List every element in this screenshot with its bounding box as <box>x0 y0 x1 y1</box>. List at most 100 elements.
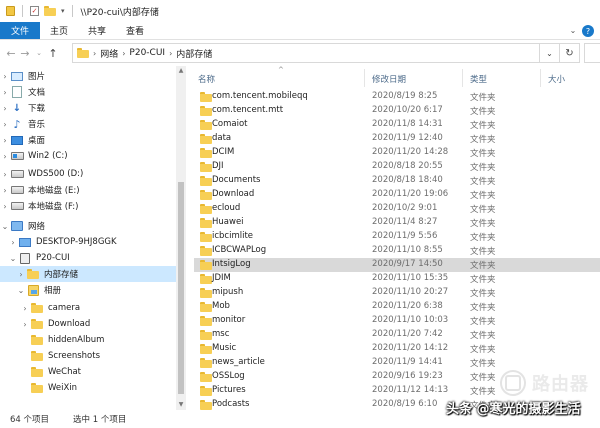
navigation-pane: › 图片 › 文档 › ↓ 下载 › ♪ 音乐 › 桌面 › Win2 (C:)… <box>0 66 186 410</box>
table-row[interactable]: msc 2020/11/20 7:42 文件夹 <box>194 328 600 342</box>
table-row[interactable]: Mob 2020/11/20 6:38 文件夹 <box>194 300 600 314</box>
nav-item-documents[interactable]: › 文档 <box>0 84 176 100</box>
nav-item-desktop-pc[interactable]: › DESKTOP-9HJ8GGK <box>0 234 176 250</box>
chevron-right-icon[interactable]: › <box>0 186 10 195</box>
chevron-right-icon[interactable]: › <box>0 120 10 129</box>
folder-icon <box>200 400 212 410</box>
refresh-icon[interactable]: ↻ <box>559 44 579 62</box>
table-row[interactable]: icbcimlite 2020/11/9 5:56 文件夹 <box>194 230 600 244</box>
breadcrumb-internal-storage[interactable]: 内部存储 <box>176 47 212 60</box>
nav-item-pictures[interactable]: › 图片 <box>0 68 176 84</box>
column-header-type[interactable]: 类型 <box>470 73 487 85</box>
address-dropdown-icon[interactable]: ⌄ <box>539 44 559 62</box>
chevron-right-icon[interactable]: › <box>8 238 18 247</box>
folder-icon <box>200 232 212 242</box>
nav-item-wechat[interactable]: WeChat <box>0 364 176 380</box>
tab-share[interactable]: 共享 <box>78 22 116 39</box>
folder-icon <box>200 344 212 354</box>
nav-item-drive-d[interactable]: › WDS500 (D:) <box>0 166 176 182</box>
nav-item-drive-e[interactable]: › 本地磁盘 (E:) <box>0 182 176 198</box>
nav-item-desktop[interactable]: › 桌面 <box>0 132 176 148</box>
navigation-bar: ← → ⌄ ↑ › 网络 › P20-CUI › 内部存储 ⌄ ↻ <box>0 40 600 66</box>
nav-scrollbar[interactable]: ▲ ▼ <box>176 66 186 410</box>
table-row[interactable]: Comaiot 2020/11/8 14:31 文件夹 <box>194 118 600 132</box>
table-row[interactable]: data 2020/11/9 12:40 文件夹 <box>194 132 600 146</box>
nav-item-hidden-album[interactable]: hiddenAlbum <box>0 332 176 348</box>
table-row[interactable]: com.tencent.mtt 2020/10/20 6:17 文件夹 <box>194 104 600 118</box>
nav-item-music[interactable]: › ♪ 音乐 <box>0 116 176 132</box>
folder-icon <box>200 330 212 340</box>
column-divider[interactable] <box>540 69 541 87</box>
chevron-right-icon[interactable]: › <box>0 152 10 161</box>
help-icon[interactable]: ? <box>582 25 594 37</box>
nav-item-album[interactable]: ⌄ 相册 <box>0 282 176 298</box>
address-bar[interactable]: › 网络 › P20-CUI › 内部存储 ⌄ ↻ <box>72 43 580 63</box>
column-header-name[interactable]: 名称 <box>198 73 215 85</box>
chevron-down-icon[interactable]: ⌄ <box>8 254 18 263</box>
nav-item-camera[interactable]: › camera <box>0 300 176 316</box>
properties-icon[interactable]: ✓ <box>30 6 39 16</box>
table-row[interactable]: Huawei 2020/11/4 8:27 文件夹 <box>194 216 600 230</box>
chevron-right-icon[interactable]: › <box>20 304 30 313</box>
table-row[interactable]: news_article 2020/11/9 14:41 文件夹 <box>194 356 600 370</box>
table-row[interactable]: DCIM 2020/11/20 14:28 文件夹 <box>194 146 600 160</box>
scroll-up-icon[interactable]: ▲ <box>176 66 186 76</box>
forward-arrow-icon[interactable]: → <box>18 47 32 60</box>
table-row[interactable]: ICBCWAPLog 2020/11/10 8:55 文件夹 <box>194 244 600 258</box>
chevron-right-icon[interactable]: › <box>0 88 10 97</box>
chevron-right-icon[interactable]: › <box>16 270 26 279</box>
folder-icon <box>200 372 212 382</box>
folder-icon <box>31 303 43 313</box>
chevron-right-icon[interactable]: › <box>169 49 172 58</box>
column-header-size[interactable]: 大小 <box>548 73 565 85</box>
table-row[interactable]: mipush 2020/11/10 20:27 文件夹 <box>194 286 600 300</box>
up-arrow-icon[interactable]: ↑ <box>46 47 60 60</box>
chevron-right-icon[interactable]: › <box>122 49 125 58</box>
back-arrow-icon[interactable]: ← <box>4 47 18 60</box>
nav-item-drive-c[interactable]: › Win2 (C:) <box>0 148 176 164</box>
tab-view[interactable]: 查看 <box>116 22 154 39</box>
chevron-down-icon[interactable]: ⌄ <box>16 286 26 295</box>
chevron-down-icon[interactable]: ⌄ <box>0 222 10 231</box>
column-divider[interactable] <box>462 69 463 87</box>
scrollbar-thumb[interactable] <box>178 182 184 394</box>
table-row-selected[interactable]: IntsigLog 2020/9/17 14:50 文件夹 <box>194 258 600 272</box>
nav-item-screenshots[interactable]: Screenshots <box>0 348 176 364</box>
chevron-right-icon[interactable]: › <box>0 136 10 145</box>
nav-item-internal-storage[interactable]: › 内部存储 <box>0 266 176 282</box>
nav-item-download[interactable]: › Download <box>0 316 176 332</box>
chevron-right-icon[interactable]: › <box>0 170 10 179</box>
ribbon-expand-icon[interactable]: ⌄ <box>564 22 582 39</box>
table-row[interactable]: Music 2020/11/20 14:12 文件夹 <box>194 342 600 356</box>
folder-icon <box>200 358 212 368</box>
table-row[interactable]: monitor 2020/11/10 10:03 文件夹 <box>194 314 600 328</box>
chevron-right-icon[interactable]: › <box>0 104 10 113</box>
nav-item-weixin[interactable]: WeiXin <box>0 380 176 396</box>
nav-item-network[interactable]: ⌄ 网络 <box>0 218 176 234</box>
new-folder-icon[interactable] <box>44 6 56 16</box>
recent-locations-icon[interactable]: ⌄ <box>32 49 46 57</box>
nav-item-downloads[interactable]: › ↓ 下载 <box>0 100 176 116</box>
search-input[interactable] <box>584 43 600 63</box>
nav-item-p20-cui[interactable]: ⌄ P20-CUI <box>0 250 176 266</box>
chevron-right-icon[interactable]: › <box>93 49 96 58</box>
scroll-down-icon[interactable]: ▼ <box>176 400 186 410</box>
folder-icon <box>31 335 43 345</box>
chevron-down-icon[interactable]: ▾ <box>61 7 65 15</box>
table-row[interactable]: ecloud 2020/10/2 9:01 文件夹 <box>194 202 600 216</box>
table-row[interactable]: com.tencent.mobileqq 2020/8/19 8:25 文件夹 <box>194 90 600 104</box>
tab-file[interactable]: 文件 <box>0 22 41 39</box>
chevron-right-icon[interactable]: › <box>0 72 10 81</box>
column-divider[interactable] <box>364 69 365 87</box>
tab-home[interactable]: 主页 <box>40 22 78 39</box>
column-header-date[interactable]: 修改日期 <box>372 73 406 85</box>
chevron-right-icon[interactable]: › <box>0 202 10 211</box>
breadcrumb-network[interactable]: 网络 <box>100 47 118 60</box>
table-row[interactable]: JDIM 2020/11/10 15:35 文件夹 <box>194 272 600 286</box>
table-row[interactable]: Documents 2020/8/18 18:40 文件夹 <box>194 174 600 188</box>
table-row[interactable]: DJI 2020/8/18 20:55 文件夹 <box>194 160 600 174</box>
breadcrumb-device[interactable]: P20-CUI <box>129 48 165 58</box>
chevron-right-icon[interactable]: › <box>20 320 30 329</box>
table-row[interactable]: Download 2020/11/20 19:06 文件夹 <box>194 188 600 202</box>
nav-item-drive-f[interactable]: › 本地磁盘 (F:) <box>0 198 176 214</box>
